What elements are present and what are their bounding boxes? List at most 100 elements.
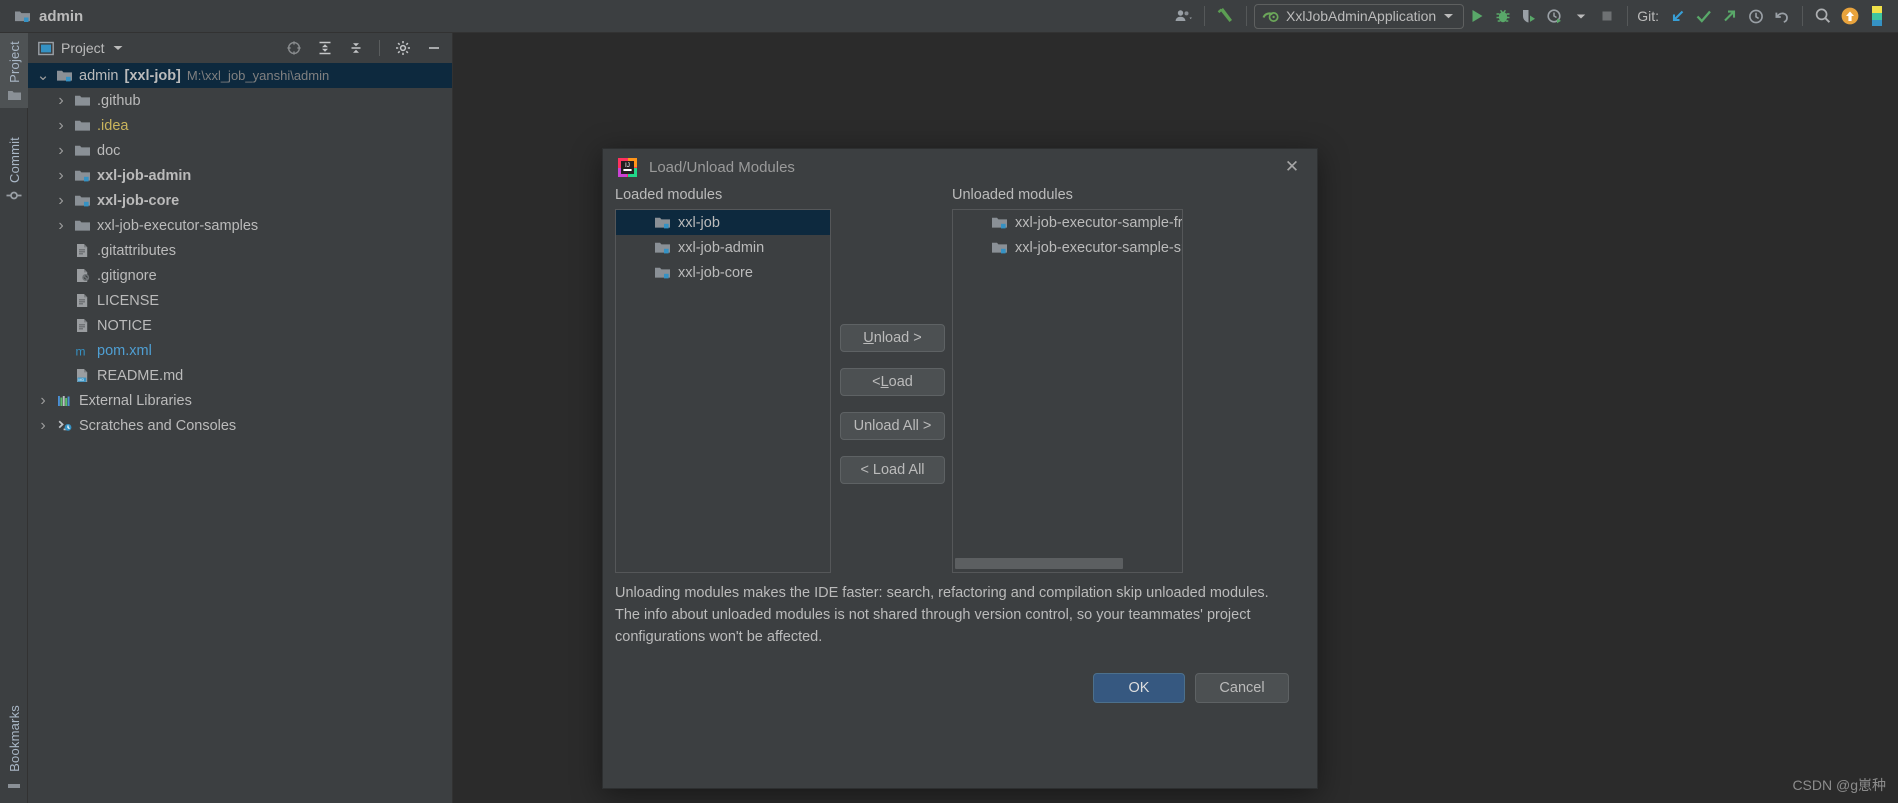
unloaded-modules-label: Unloaded modules <box>952 187 1073 203</box>
tree-node[interactable]: .gitattributes <box>28 238 452 263</box>
chevron-right-icon[interactable]: › <box>54 92 68 110</box>
chevron-down-icon[interactable]: ⌄ <box>36 68 50 83</box>
tree-node[interactable]: ⌄ admin [xxl-job] M:\xxl_job_yanshi\admin <box>28 63 452 88</box>
chevron-right-icon[interactable]: › <box>54 117 68 135</box>
unload-button-mnemonic: U <box>863 330 874 346</box>
run-coverage-icon[interactable] <box>1516 3 1542 29</box>
dialog-title-bar: IJ Load/Unload Modules ✕ <box>603 149 1317 185</box>
tree-node-label: .gitignore <box>97 267 157 284</box>
sidebar-item-commit[interactable]: Commit <box>0 129 28 208</box>
module-list-item[interactable]: xxl-job-executor-sample-frameless <box>953 210 1182 235</box>
load-all-button[interactable]: < Load All <box>840 456 945 484</box>
profiler-chevron-down-icon[interactable] <box>1568 3 1594 29</box>
tree-node[interactable]: LICENSE <box>28 288 452 313</box>
chevron-right-icon[interactable]: › <box>54 167 68 185</box>
tree-node[interactable]: › xxl-job-core <box>28 188 452 213</box>
settings-gear-icon[interactable] <box>391 37 415 59</box>
tree-node[interactable]: › xxl-job-executor-samples <box>28 213 452 238</box>
hide-icon[interactable] <box>422 37 446 59</box>
unload-all-button[interactable]: Unload All > <box>840 412 945 440</box>
sidebar-item-project[interactable]: Project <box>0 33 28 108</box>
chevron-right-icon[interactable]: › <box>36 417 50 435</box>
tree-node-label: .gitattributes <box>97 242 176 259</box>
module-folder-icon <box>991 240 1008 255</box>
history-icon[interactable] <box>1743 3 1769 29</box>
git-label: Git: <box>1637 8 1659 24</box>
git-commit-icon[interactable] <box>1691 3 1717 29</box>
tree-node[interactable]: MD README.md <box>28 363 452 388</box>
module-name: xxl-job-core <box>678 264 753 281</box>
tree-node-label: Scratches and Consoles <box>79 417 237 434</box>
tree-node[interactable]: m pom.xml <box>28 338 452 363</box>
chevron-down-icon[interactable] <box>112 44 124 52</box>
loaded-modules-list[interactable]: xxl-job xxl-job-admin xxl-job-core <box>615 209 831 573</box>
markdown-file-icon: MD <box>74 368 91 383</box>
load-button-label: oad <box>888 374 913 390</box>
ok-button[interactable]: OK <box>1093 673 1185 703</box>
close-icon[interactable]: ✕ <box>1279 154 1305 180</box>
module-list-item[interactable]: xxl-job <box>616 210 830 235</box>
folder-icon <box>74 118 91 133</box>
tree-node[interactable]: › doc <box>28 138 452 163</box>
module-list-item[interactable]: xxl-job-executor-sample-springboot <box>953 235 1182 260</box>
module-name: xxl-job <box>678 214 720 231</box>
toolbar-divider <box>1204 6 1206 26</box>
toolbar-divider-3 <box>1627 6 1629 26</box>
scroll-from-source-icon[interactable] <box>282 37 306 59</box>
tree-node[interactable]: › .github <box>28 88 452 113</box>
folder-icon <box>74 93 91 108</box>
tool-window-label-bookmarks: Bookmarks <box>6 705 22 772</box>
tree-node[interactable]: › xxl-job-admin <box>28 163 452 188</box>
scrollbar-thumb[interactable] <box>955 558 1123 569</box>
collapse-all-icon[interactable] <box>344 37 368 59</box>
bookmark-icon <box>7 778 21 789</box>
scratches-icon <box>56 418 73 433</box>
tree-node-label: NOTICE <box>97 317 152 334</box>
chevron-right-icon[interactable]: › <box>54 217 68 235</box>
unloaded-modules-list[interactable]: xxl-job-executor-sample-frameless xxl-job… <box>952 209 1183 573</box>
run-icon[interactable] <box>1464 3 1490 29</box>
run-profiler-icon[interactable] <box>1542 3 1568 29</box>
git-push-icon[interactable] <box>1717 3 1743 29</box>
account-icon[interactable] <box>1171 3 1197 29</box>
text-file-icon <box>74 293 91 308</box>
main-toolbar: admin XxlJobAdminApplication Git: <box>0 0 1898 33</box>
chevron-right-icon[interactable]: › <box>36 392 50 410</box>
tree-node[interactable]: › External Libraries <box>28 388 452 413</box>
tree-node[interactable]: .gitignore <box>28 263 452 288</box>
chevron-down-icon <box>1443 12 1454 20</box>
rollback-icon[interactable] <box>1769 3 1795 29</box>
stop-icon[interactable] <box>1594 3 1620 29</box>
tree-node-label: xxl-job-core <box>97 192 180 209</box>
left-tool-strip: Project Commit Bookmarks <box>0 33 28 803</box>
tree-node[interactable]: NOTICE <box>28 313 452 338</box>
tree-node-label: External Libraries <box>79 392 192 409</box>
cancel-button[interactable]: Cancel <box>1195 673 1289 703</box>
chevron-right-icon[interactable]: › <box>54 142 68 160</box>
tree-node[interactable]: › .idea <box>28 113 452 138</box>
load-button[interactable]: < Load <box>840 368 945 396</box>
commit-icon <box>6 189 22 202</box>
expand-all-icon[interactable] <box>313 37 337 59</box>
project-tree[interactable]: ⌄ admin [xxl-job] M:\xxl_job_yanshi\admin ›.… <box>28 63 452 803</box>
search-everywhere-icon[interactable] <box>1810 3 1836 29</box>
notifications-icon[interactable] <box>1836 3 1864 29</box>
run-configuration-selector[interactable]: XxlJobAdminApplication <box>1254 3 1465 29</box>
toolbar-divider-4 <box>1802 6 1803 26</box>
git-update-icon[interactable] <box>1665 3 1691 29</box>
run-config-name: XxlJobAdminApplication <box>1286 8 1437 24</box>
panel-header-divider <box>379 40 380 56</box>
build-hammer-icon[interactable] <box>1212 3 1239 29</box>
svg-text:m: m <box>76 344 86 358</box>
chevron-right-icon[interactable]: › <box>54 192 68 210</box>
module-list-item[interactable]: xxl-job-admin <box>616 235 830 260</box>
module-list-item[interactable]: xxl-job-core <box>616 260 830 285</box>
tree-node-label: .idea <box>97 117 129 134</box>
sidebar-item-bookmarks[interactable]: Bookmarks <box>0 697 28 795</box>
tree-node[interactable]: › Scratches and Consoles <box>28 413 452 438</box>
project-panel-title: Project <box>61 40 105 56</box>
unload-button[interactable]: Unload > <box>840 324 945 352</box>
horizontal-scrollbar[interactable] <box>955 558 1180 569</box>
debug-icon[interactable] <box>1490 3 1516 29</box>
dialog-description: Unloading modules makes the IDE faster: … <box>615 585 1269 645</box>
